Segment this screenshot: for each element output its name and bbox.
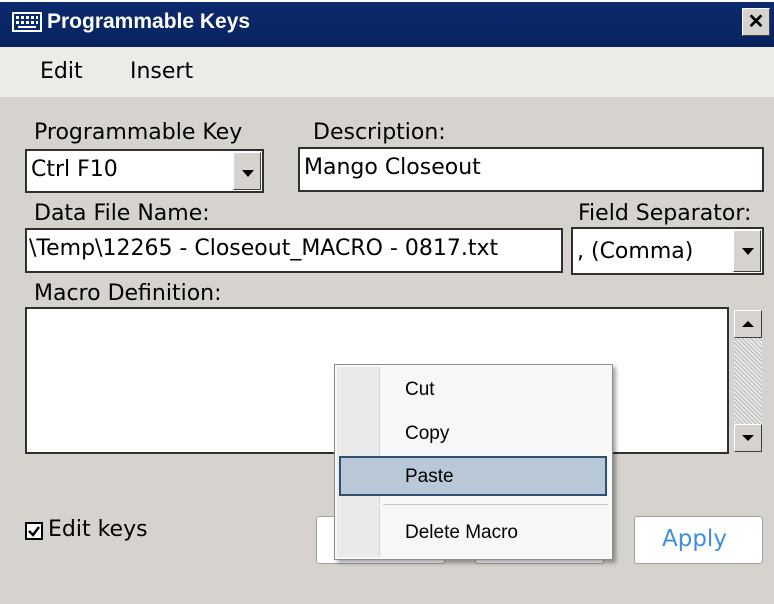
scroll-down-button[interactable] [734,424,762,452]
data-file-name-value: \Temp\12265 - Closeout_MACRO - 0817.txt [29,236,499,261]
description-value: Mango Closeout [304,155,481,180]
programmable-key-value: Ctrl F10 [31,157,118,182]
scrollbar-track[interactable] [734,338,762,424]
programmable-key-dropdown[interactable]: Ctrl F10 [25,149,264,193]
data-file-name-input[interactable]: \Temp\12265 - Closeout_MACRO - 0817.txt [25,228,563,273]
description-input[interactable]: Mango Closeout [298,147,764,192]
programmable-key-label: Programmable Key [34,120,243,145]
scroll-up-button[interactable] [734,310,762,338]
context-menu-copy[interactable]: Copy [405,423,449,445]
keyboard-icon [12,12,42,32]
close-icon: ✕ [747,11,765,33]
context-menu-highlight [339,456,607,496]
apply-button-label: Apply [662,526,727,552]
context-menu-paste[interactable]: Paste [405,466,454,488]
field-separator-label: Field Separator: [578,201,752,226]
check-icon [28,526,40,537]
edit-keys-checkbox[interactable] [25,522,43,540]
context-menu: Cut Copy Paste Delete Macro [334,364,613,560]
close-button[interactable]: ✕ [742,8,770,36]
window-title: Programmable Keys [47,10,251,33]
menu-bar: Edit Insert [0,47,774,97]
data-file-name-label: Data File Name: [34,201,210,226]
edit-keys-label: Edit keys [48,517,148,542]
chevron-down-icon[interactable] [733,230,761,272]
menu-edit[interactable]: Edit [40,59,83,84]
context-menu-separator [383,504,608,505]
context-menu-delete-macro[interactable]: Delete Macro [405,522,518,544]
chevron-down-icon[interactable] [233,152,261,190]
context-menu-cut[interactable]: Cut [405,379,435,401]
chevron-up-icon [742,321,754,327]
menu-insert[interactable]: Insert [130,59,193,84]
macro-definition-label: Macro Definition: [34,281,222,306]
description-label: Description: [313,120,446,145]
programmable-keys-window: Programmable Keys ✕ Edit Insert Programm… [0,0,774,604]
title-bar[interactable]: Programmable Keys ✕ [0,0,774,47]
chevron-down-icon [742,435,754,441]
field-separator-dropdown[interactable]: , (Comma) [571,227,764,275]
field-separator-value: , (Comma) [577,239,694,264]
apply-button[interactable]: Apply [634,516,763,564]
